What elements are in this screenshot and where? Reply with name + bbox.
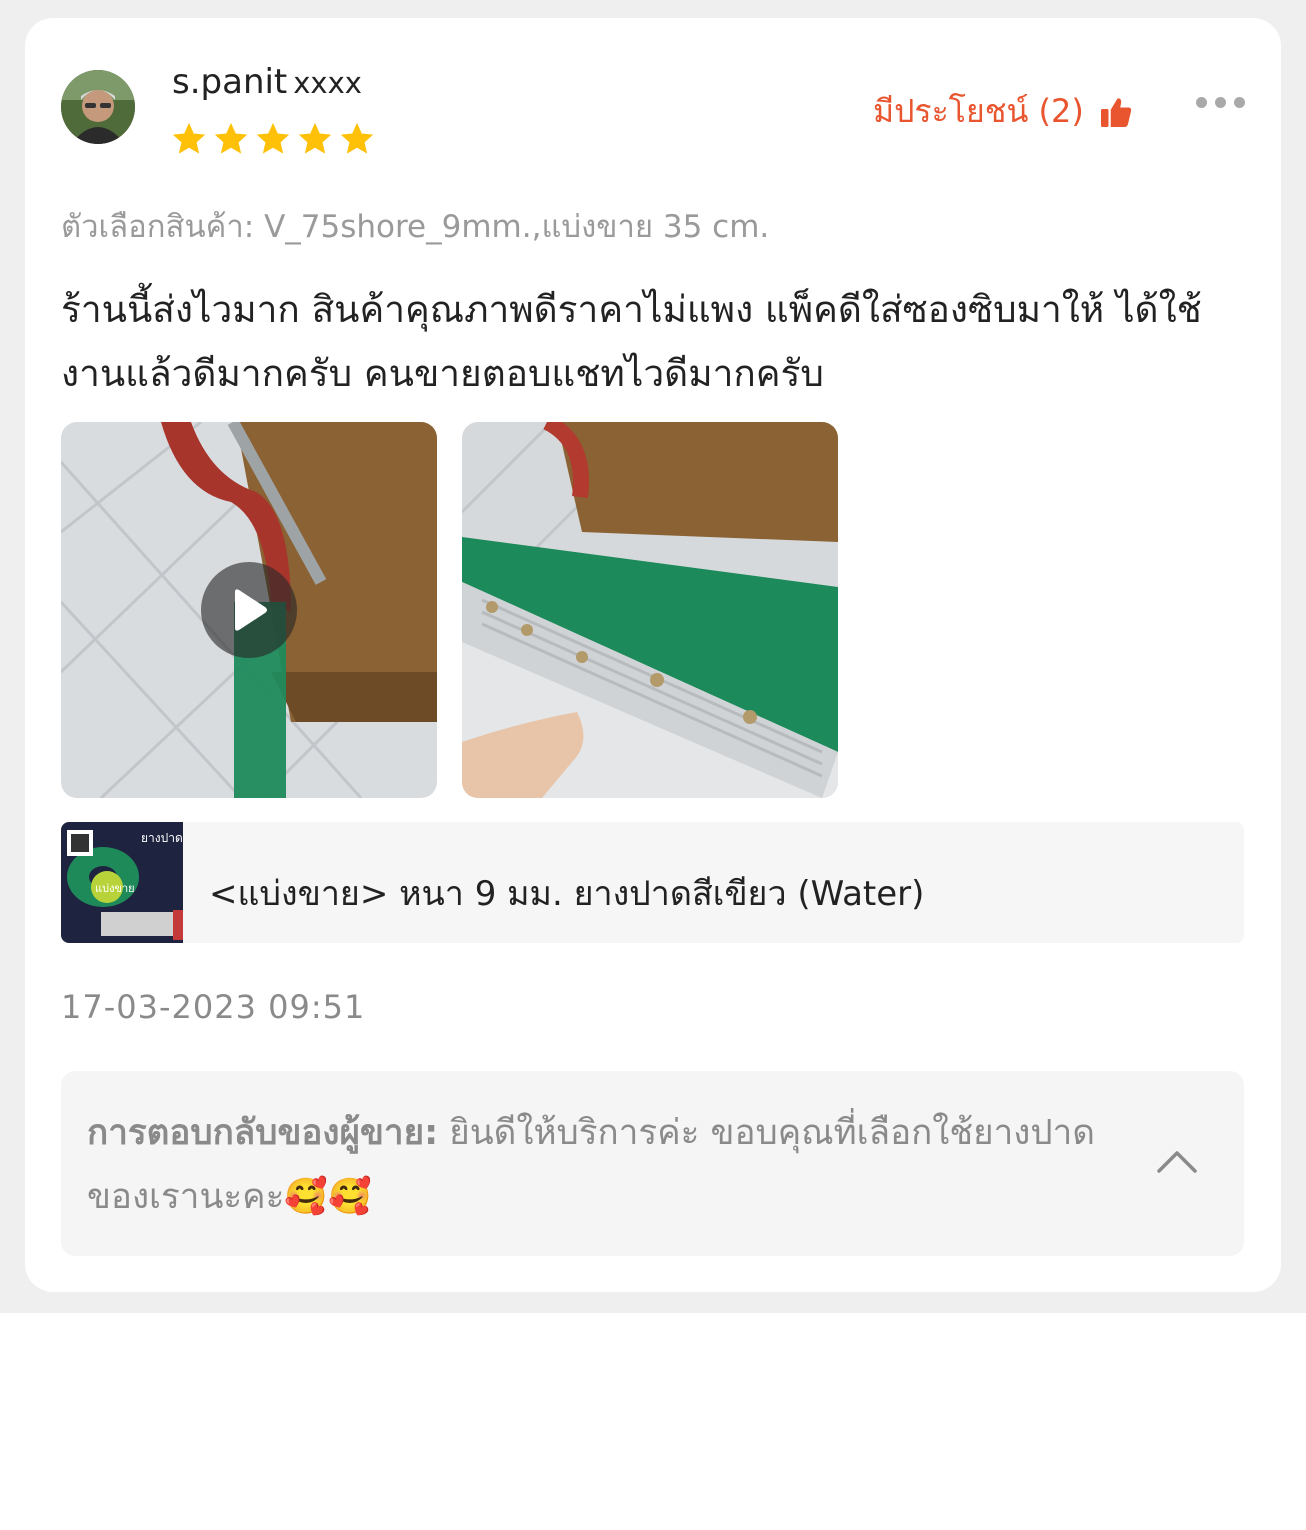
- thumbs-up-icon: [1100, 97, 1131, 127]
- user-avatar-photo-icon: [61, 70, 135, 144]
- seller-reply-label: การตอบกลับของผู้ขาย:: [87, 1113, 439, 1153]
- product-thumbnail-badge: แบ่งขาย: [95, 882, 135, 895]
- product-thumbnail-caption: ยางปาด: [141, 831, 183, 845]
- reviewer-avatar[interactable]: [61, 70, 135, 144]
- helpful-label: มีประโยชน์ (2): [873, 92, 1084, 130]
- review-photo-image: [462, 422, 838, 798]
- chevron-up-icon[interactable]: [1155, 1145, 1199, 1175]
- reviewer-name: s.panit xxxx: [172, 62, 362, 102]
- more-dots-icon: [1196, 97, 1207, 108]
- reviewer-username: s.panit: [172, 62, 288, 102]
- review-photo-thumbnail[interactable]: [462, 422, 838, 798]
- review-timestamp: 17-03-2023 09:51: [61, 988, 366, 1026]
- more-options-button[interactable]: [1192, 93, 1248, 111]
- more-dots-icon: [1234, 97, 1245, 108]
- play-button[interactable]: [201, 562, 297, 658]
- more-dots-icon: [1215, 97, 1226, 108]
- star-icon: [172, 122, 206, 154]
- reviewer-username-mask: xxxx: [293, 66, 362, 100]
- review-video-thumbnail[interactable]: [61, 422, 437, 798]
- product-link-card[interactable]: แบ่งขาย ยางปาด <แบ่งขาย> หนา 9 มม. ยางปา…: [61, 822, 1244, 943]
- product-variation: ตัวเลือกสินค้า: V_75shore_9mm.,แบ่งขาย 3…: [61, 209, 770, 245]
- star-icon: [214, 122, 248, 154]
- play-icon: [235, 589, 267, 631]
- helpful-button[interactable]: มีประโยชน์ (2): [873, 86, 1134, 137]
- product-name: <แบ่งขาย> หนา 9 มม. ยางปาดสีเขียว (Water…: [209, 874, 925, 914]
- seller-reply-text: การตอบกลับของผู้ขาย: ยินดีให้บริการค่ะ ข…: [87, 1101, 1127, 1229]
- star-icon: [256, 122, 290, 154]
- star-icon: [298, 122, 332, 154]
- star-icon: [340, 122, 374, 154]
- review-text: ร้านนี้ส่งไวมาก สินค้าคุณภาพดีราคาไม่แพง…: [61, 288, 1202, 395]
- seller-reply-box: การตอบกลับของผู้ขาย: ยินดีให้บริการค่ะ ข…: [61, 1071, 1244, 1256]
- rating-stars: [170, 120, 376, 158]
- product-thumbnail-image: แบ่งขาย ยางปาด: [61, 822, 183, 943]
